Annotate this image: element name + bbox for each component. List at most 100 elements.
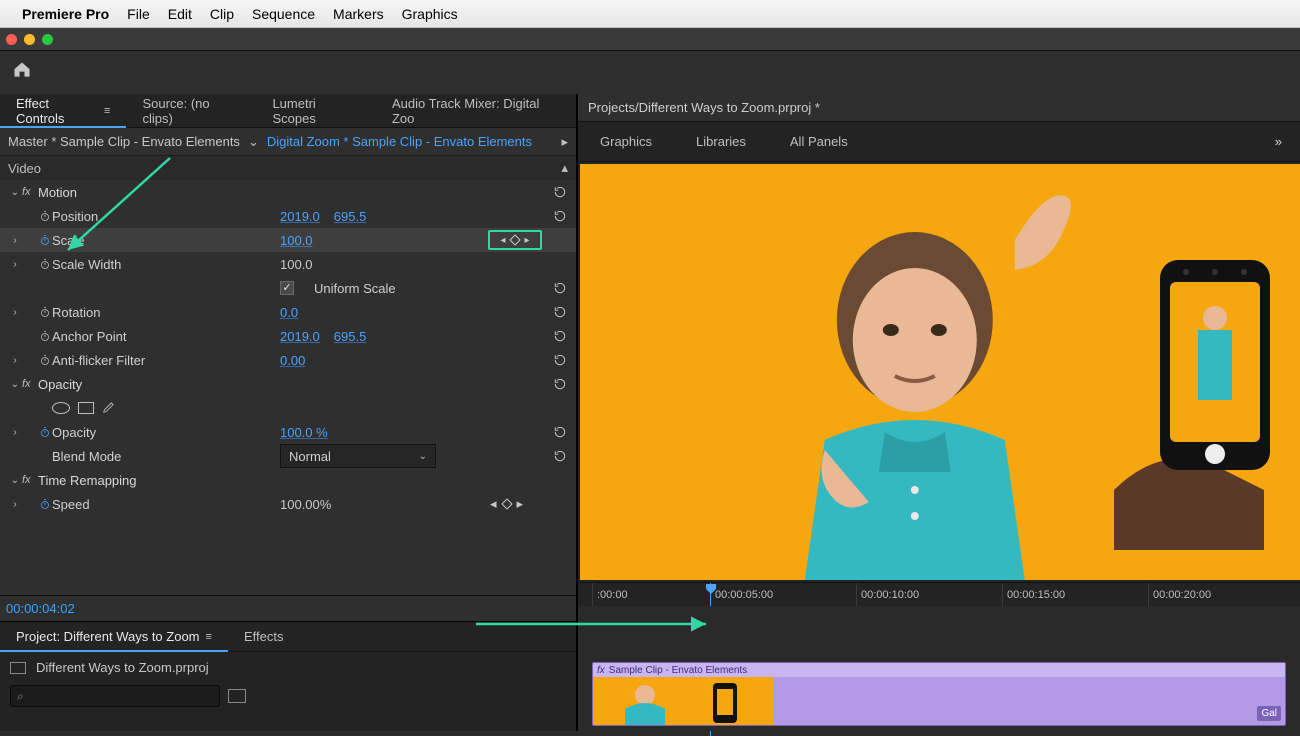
add-keyframe-button[interactable] — [509, 234, 520, 245]
home-icon[interactable] — [12, 60, 32, 85]
window-zoom-button[interactable] — [42, 34, 53, 45]
breadcrumb-sequence[interactable]: Digital Zoom * Sample Clip - Envato Elem… — [267, 134, 532, 149]
flicker-value[interactable]: 0.00 — [280, 353, 305, 368]
breadcrumb-master[interactable]: Master * Sample Clip - Envato Elements — [8, 134, 240, 149]
chevron-down-icon[interactable]: ⌄ — [248, 134, 259, 150]
workspace-libraries[interactable]: Libraries — [674, 122, 768, 161]
program-monitor[interactable] — [578, 162, 1300, 582]
effect-motion[interactable]: ⌄ fx Motion — [0, 180, 576, 204]
prop-position[interactable]: Position 2019.0 695.5 — [0, 204, 576, 228]
show-timeline-icon[interactable]: ▸ — [561, 134, 568, 150]
opacity-value[interactable]: 100.0 % — [280, 425, 328, 440]
workspace-graphics[interactable]: Graphics — [578, 122, 674, 161]
reset-icon[interactable] — [552, 208, 568, 224]
stopwatch-icon[interactable] — [38, 210, 52, 222]
project-search-input[interactable]: ⌕ — [10, 685, 220, 707]
video-section-header[interactable]: Video ▴ — [0, 156, 576, 180]
stopwatch-icon[interactable] — [38, 426, 52, 438]
fx-badge-icon[interactable]: fx — [22, 474, 38, 486]
menu-sequence[interactable]: Sequence — [252, 6, 315, 22]
workspace-all-panels[interactable]: All Panels — [768, 122, 870, 161]
twirl-icon[interactable]: ⌄ — [8, 475, 22, 486]
collapse-icon[interactable]: ▴ — [561, 160, 568, 176]
tab-lumetri-scopes[interactable]: Lumetri Scopes — [256, 94, 376, 127]
window-close-button[interactable] — [6, 34, 17, 45]
prop-blend-mode[interactable]: Blend Mode Normal ⌄ — [0, 444, 576, 468]
stopwatch-icon[interactable] — [38, 258, 52, 270]
tab-source[interactable]: Source: (no clips) — [126, 94, 256, 127]
menu-markers[interactable]: Markers — [333, 6, 384, 22]
video-frame — [580, 164, 1300, 580]
timecode-value[interactable]: 00:00:04:02 — [6, 601, 75, 616]
playhead-icon[interactable] — [705, 583, 717, 595]
next-keyframe-button[interactable]: ▸ — [517, 496, 524, 512]
mask-ellipse-button[interactable] — [52, 402, 70, 414]
twirl-icon[interactable]: › — [8, 307, 22, 318]
prop-scale[interactable]: › Scale 100.0 ◂ ▸ — [0, 228, 576, 252]
prev-keyframe-button[interactable]: ◂ — [490, 496, 497, 512]
twirl-icon[interactable]: › — [8, 355, 22, 366]
uniform-scale-checkbox[interactable] — [280, 281, 294, 295]
panel-menu-icon[interactable]: ≡ — [104, 105, 110, 117]
timeline-ruler[interactable]: :00:00 00:00:05:00 00:00:10:00 00:00:15:… — [578, 582, 1300, 606]
reset-icon[interactable] — [552, 448, 568, 464]
opacity-mask-tools — [0, 396, 576, 420]
stopwatch-icon[interactable] — [38, 234, 52, 246]
twirl-icon[interactable]: › — [8, 427, 22, 438]
app-name[interactable]: Premiere Pro — [22, 6, 109, 22]
position-y-value[interactable]: 695.5 — [334, 209, 367, 224]
menu-edit[interactable]: Edit — [168, 6, 192, 22]
timeline-clip[interactable]: fx Sample Clip - Envato Elements Gal — [592, 662, 1286, 726]
reset-icon[interactable] — [552, 184, 568, 200]
menu-clip[interactable]: Clip — [210, 6, 234, 22]
stopwatch-icon[interactable] — [38, 330, 52, 342]
prop-scale-width[interactable]: › Scale Width 100.0 — [0, 252, 576, 276]
tab-effects[interactable]: Effects — [228, 622, 300, 651]
stopwatch-icon[interactable] — [38, 354, 52, 366]
fx-badge-icon[interactable]: fx — [22, 378, 38, 390]
anchor-y-value[interactable]: 695.5 — [334, 329, 367, 344]
reset-icon[interactable] — [552, 304, 568, 320]
reset-icon[interactable] — [552, 424, 568, 440]
next-keyframe-button[interactable]: ▸ — [523, 236, 531, 244]
reset-icon[interactable] — [552, 328, 568, 344]
new-bin-button[interactable] — [228, 689, 246, 703]
menu-file[interactable]: File — [127, 6, 150, 22]
prop-anti-flicker[interactable]: › Anti-flicker Filter 0.00 — [0, 348, 576, 372]
tab-project[interactable]: Project: Different Ways to Zoom ≡ — [0, 622, 228, 651]
menu-graphics[interactable]: Graphics — [402, 6, 458, 22]
timeline-tracks[interactable]: fx Sample Clip - Envato Elements Gal — [578, 606, 1300, 731]
window-minimize-button[interactable] — [24, 34, 35, 45]
prev-keyframe-button[interactable]: ◂ — [499, 236, 507, 244]
twirl-icon[interactable]: › — [8, 499, 22, 510]
rotation-value[interactable]: 0.0 — [280, 305, 298, 320]
twirl-icon[interactable]: › — [8, 235, 22, 246]
reset-icon[interactable] — [552, 376, 568, 392]
add-keyframe-button[interactable] — [501, 498, 512, 509]
reset-icon[interactable] — [552, 280, 568, 296]
panel-menu-icon[interactable]: ≡ — [206, 631, 212, 643]
prop-opacity-value[interactable]: › Opacity 100.0 % — [0, 420, 576, 444]
workspace-overflow-button[interactable]: » — [1257, 134, 1300, 149]
position-x-value[interactable]: 2019.0 — [280, 209, 320, 224]
reset-icon[interactable] — [552, 352, 568, 368]
stopwatch-icon[interactable] — [38, 498, 52, 510]
prop-uniform-scale[interactable]: Uniform Scale — [0, 276, 576, 300]
fx-badge-icon[interactable]: fx — [22, 186, 38, 198]
tab-audio-mixer[interactable]: Audio Track Mixer: Digital Zoo — [376, 94, 576, 127]
prop-anchor-point[interactable]: Anchor Point 2019.0 695.5 — [0, 324, 576, 348]
scale-value[interactable]: 100.0 — [280, 233, 313, 248]
twirl-icon[interactable]: › — [8, 259, 22, 270]
effect-opacity[interactable]: ⌄ fx Opacity — [0, 372, 576, 396]
mask-pen-button[interactable] — [102, 400, 116, 417]
tab-effect-controls[interactable]: Effect Controls ≡ — [0, 94, 126, 127]
stopwatch-icon[interactable] — [38, 306, 52, 318]
effect-time-remapping[interactable]: ⌄ fx Time Remapping — [0, 468, 576, 492]
anchor-x-value[interactable]: 2019.0 — [280, 329, 320, 344]
twirl-icon[interactable]: ⌄ — [8, 187, 22, 198]
prop-rotation[interactable]: › Rotation 0.0 — [0, 300, 576, 324]
mask-rectangle-button[interactable] — [78, 402, 94, 414]
blend-mode-select[interactable]: Normal ⌄ — [280, 444, 436, 468]
twirl-icon[interactable]: ⌄ — [8, 379, 22, 390]
prop-speed[interactable]: › Speed 100.00% ◂ ▸ — [0, 492, 576, 516]
